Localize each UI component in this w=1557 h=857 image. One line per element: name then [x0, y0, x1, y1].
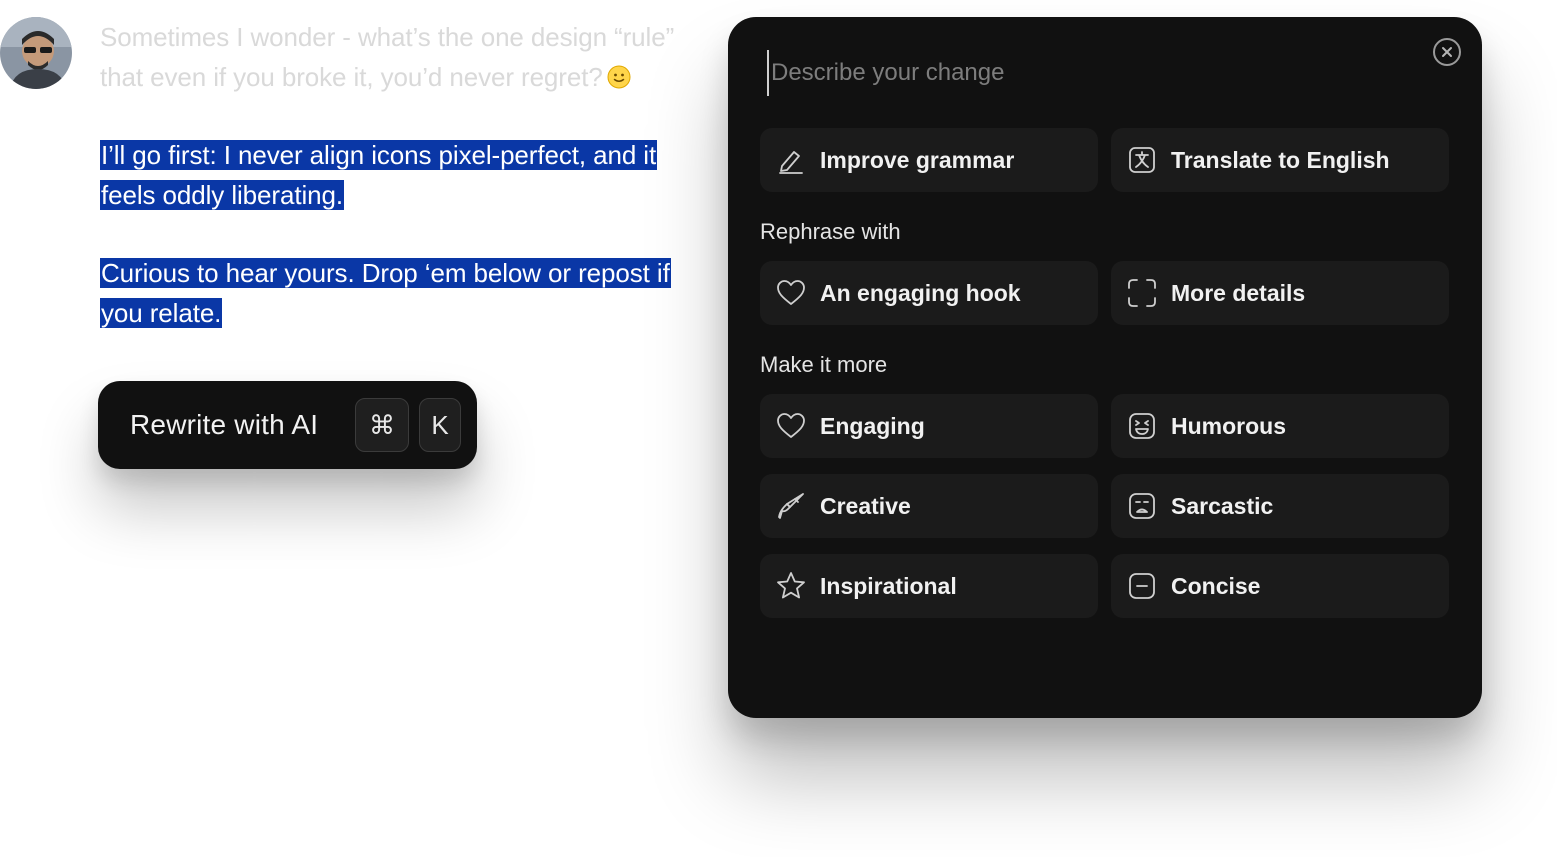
heart-icon — [776, 411, 806, 441]
post-intro-text: Sometimes I wonder - what’s the one desi… — [100, 22, 675, 92]
laughing-face-icon — [1127, 411, 1157, 441]
humorous-button[interactable]: Humorous — [1111, 394, 1449, 458]
concise-button[interactable]: Concise — [1111, 554, 1449, 618]
avatar[interactable] — [0, 17, 72, 89]
translate-to-english-button[interactable]: Translate to English — [1111, 128, 1449, 192]
minus-box-icon — [1127, 571, 1157, 601]
concise-label: Concise — [1171, 572, 1261, 599]
describe-change-input[interactable] — [767, 50, 1371, 96]
ai-rewrite-panel: Improve grammar Translate to English Rep… — [728, 17, 1482, 718]
heart-icon — [776, 278, 806, 308]
improve-grammar-button[interactable]: Improve grammar — [760, 128, 1098, 192]
translate-icon — [1127, 145, 1157, 175]
rewrite-label: Rewrite with AI — [130, 409, 319, 440]
rewrite-with-ai-button[interactable]: Rewrite with AI ⌘ K — [98, 381, 477, 469]
inspirational-button[interactable]: Inspirational — [760, 554, 1098, 618]
star-icon — [776, 571, 806, 601]
translate-label: Translate to English — [1171, 146, 1390, 173]
inspirational-label: Inspirational — [820, 572, 957, 599]
engaging-label: Engaging — [820, 412, 925, 439]
more-details-label: More details — [1171, 279, 1306, 306]
make-it-more-heading: Make it more — [760, 352, 888, 377]
engaging-hook-button[interactable]: An engaging hook — [760, 261, 1098, 325]
post-paragraph-selected-2[interactable]: Curious to hear yours. Drop ‘em below or… — [100, 254, 700, 333]
engaging-button[interactable]: Engaging — [760, 394, 1098, 458]
close-icon[interactable] — [1433, 38, 1461, 66]
improve-grammar-label: Improve grammar — [820, 146, 1015, 173]
sarcastic-label: Sarcastic — [1171, 492, 1274, 519]
brush-icon — [776, 491, 806, 521]
creative-label: Creative — [820, 492, 911, 519]
post-editor[interactable]: Sometimes I wonder - what’s the one desi… — [100, 18, 700, 333]
humorous-label: Humorous — [1171, 412, 1286, 439]
k-key: K — [419, 398, 461, 452]
sarcastic-button[interactable]: Sarcastic — [1111, 474, 1449, 538]
creative-button[interactable]: Creative — [760, 474, 1098, 538]
command-key-icon: ⌘ — [355, 398, 409, 452]
expand-icon — [1127, 278, 1157, 308]
sarcastic-face-icon — [1127, 491, 1157, 521]
pencil-icon — [776, 145, 806, 175]
more-details-button[interactable]: More details — [1111, 261, 1449, 325]
rephrase-heading: Rephrase with — [760, 219, 901, 244]
engaging-hook-label: An engaging hook — [820, 279, 1021, 306]
smiley-emoji-icon — [607, 65, 631, 88]
post-paragraph-selected-1[interactable]: I’ll go first: I never align icons pixel… — [100, 136, 700, 215]
